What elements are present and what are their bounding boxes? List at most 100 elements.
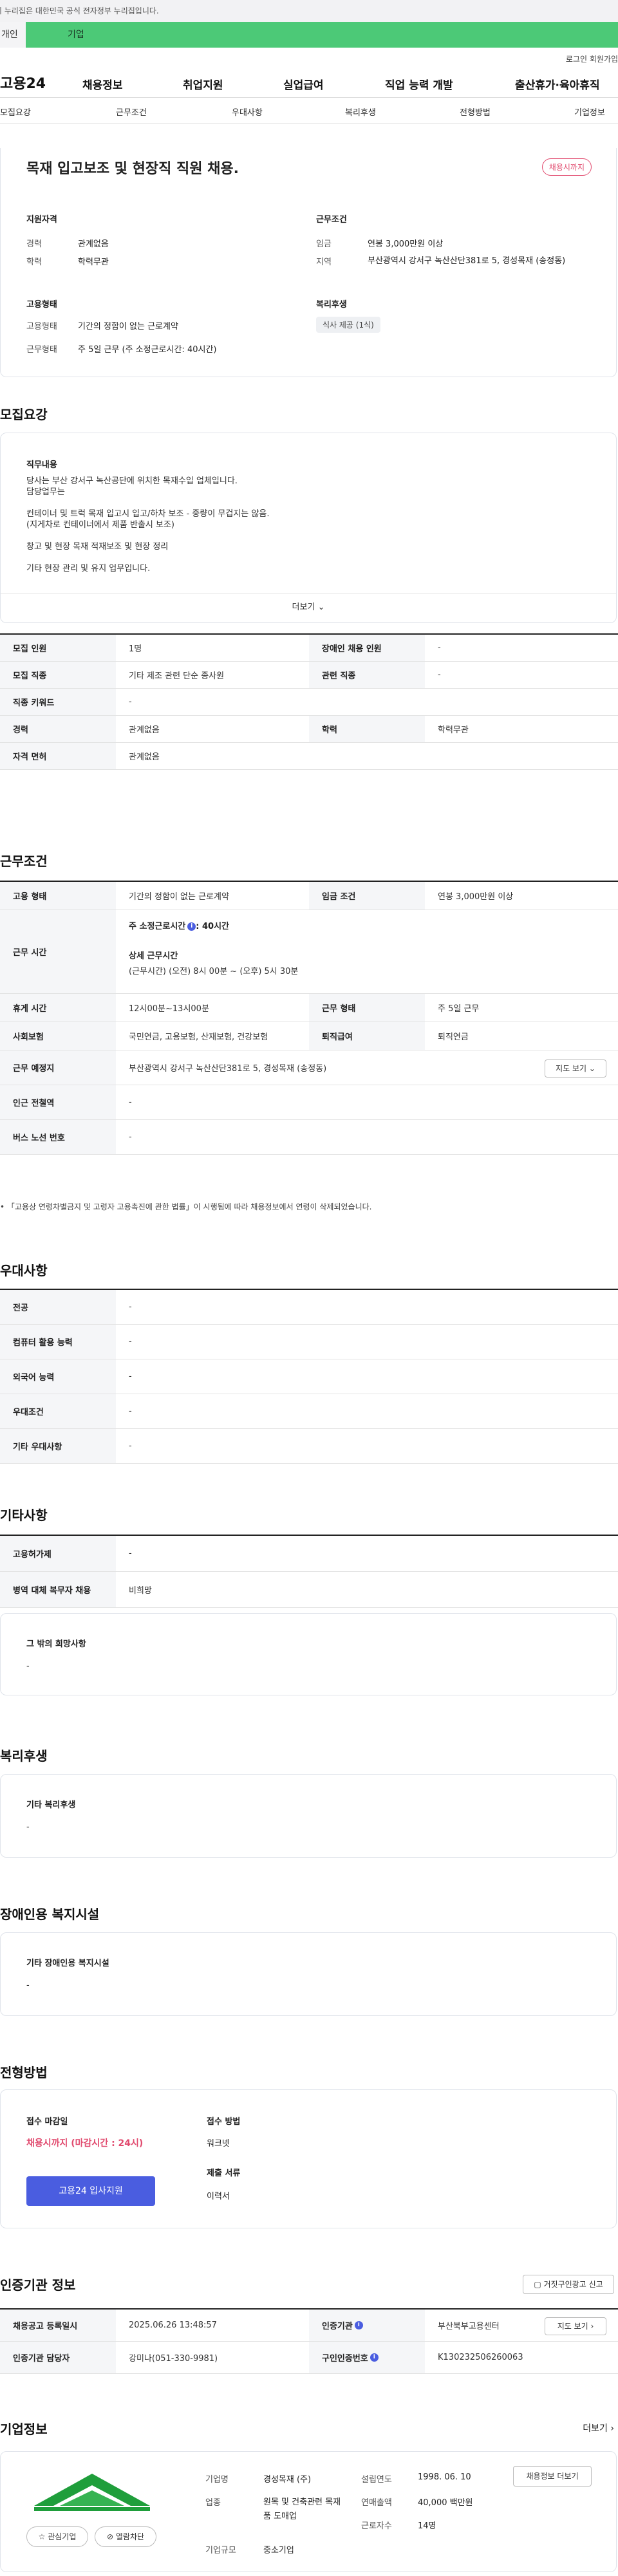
- table-row: 근무 시간 주 소정근로시간 i: 40시간 상세 근무시간 (근무시간) (오전…: [0, 910, 618, 994]
- cell-header: 고용허가제: [0, 1536, 116, 1571]
- chevron-right-icon: ›: [610, 2423, 614, 2434]
- apply-button[interactable]: 고용24 입사지원: [26, 2176, 155, 2206]
- cell-header: 임금 조건: [309, 882, 425, 910]
- site-logo[interactable]: 고용24: [0, 72, 46, 93]
- join-link[interactable]: 회원가입: [590, 53, 618, 64]
- snb-benefit[interactable]: 복리후생: [345, 106, 376, 118]
- cell-header: 고용 형태: [0, 882, 116, 910]
- nav-parental-leave[interactable]: 출산휴가·육아휴직: [515, 76, 600, 92]
- nav-training[interactable]: 직업 능력 개발: [385, 76, 453, 92]
- welfare-heading: 복리후생: [316, 300, 347, 310]
- table-row: 병역 대체 복무자 채용 비희망: [0, 1572, 618, 1608]
- benefit-heading: 복리후생: [0, 1748, 48, 1764]
- cell-header: 전공: [0, 1290, 116, 1324]
- cond-wage-label: 임금: [316, 239, 332, 249]
- table-row: 컴퓨터 활용 능력 -: [0, 1325, 618, 1359]
- global-nav: 고용24 채용정보 취업지원 실업급여 직업 능력 개발 출산휴가·육아휴직: [0, 66, 618, 98]
- company-employees-label: 근로자수: [361, 2521, 392, 2531]
- favorite-button[interactable]: ☆ 관심기업: [26, 2526, 88, 2547]
- snb-company[interactable]: 기업정보: [574, 106, 605, 118]
- cell-header: 학력: [309, 716, 425, 742]
- company-size-label: 기업규모: [205, 2546, 236, 2555]
- cell-value: 기타 제조 관련 단순 종사원: [129, 671, 225, 681]
- nav-jobs[interactable]: 채용정보: [82, 76, 123, 92]
- cell-header: 인근 전철역: [0, 1085, 116, 1119]
- company-box: ☆ 관심기업 ⊘ 열람차단 기업명 경성목재 (주) 업종 원목 및 건축관련 …: [0, 2451, 617, 2572]
- snb-preference[interactable]: 우대사항: [232, 106, 263, 118]
- company-name-label: 기업명: [205, 2475, 229, 2485]
- cell-header: 사회보험: [0, 1022, 116, 1050]
- job-content-text: 당사는 부산 강서구 녹산공단에 위치한 목재수입 업체입니다. 담당업무는 컨테…: [26, 476, 269, 574]
- pref-heading: 우대사항: [0, 1263, 48, 1278]
- cert-map-button[interactable]: 지도 보기 ›: [545, 2317, 606, 2335]
- qual-heading: 지원자격: [26, 215, 57, 225]
- company-jobs-button[interactable]: 채용정보 더보기: [513, 2466, 592, 2487]
- work-table: 고용 형태 기간의 정함이 없는 근로계약 임금 조건 연봉 3,000만원 이…: [0, 881, 618, 1155]
- cell-value: 부산북부고용센터: [438, 2322, 500, 2331]
- cell-value: 강미나(051-330-9981): [129, 2354, 218, 2364]
- table-row: 사회보험 국민연금, 고용보험, 산재보험, 건강보험 퇴직급여 퇴직연금: [0, 1022, 618, 1050]
- info-icon[interactable]: i: [354, 2321, 363, 2329]
- nav-unemployment-benefit[interactable]: 실업급여: [283, 76, 324, 92]
- emp-form-label: 근무형태: [26, 345, 57, 355]
- snb-recruit[interactable]: 모집요강: [0, 106, 31, 118]
- cell-value: 퇴직연금: [438, 1032, 469, 1042]
- cell-value: -: [438, 643, 441, 653]
- cell-value: 관계없음: [129, 725, 160, 735]
- table-row: 인근 전철역 -: [0, 1085, 618, 1120]
- block-icon: ⊘: [106, 2532, 114, 2541]
- cell-header: 모집 인원: [0, 635, 116, 661]
- company-name-value: 경성목재 (주): [263, 2475, 312, 2485]
- login-link[interactable]: 로그인: [566, 53, 587, 64]
- table-row: 휴게 시간 12시00분~13시00분 근무 형태 주 5일 근무: [0, 994, 618, 1022]
- more-button[interactable]: 더보기 ⌄: [1, 593, 616, 622]
- table-row: 고용 형태 기간의 정함이 없는 근로계약 임금 조건 연봉 3,000만원 이…: [0, 882, 618, 910]
- cond-region-label: 지역: [316, 257, 332, 267]
- table-row: 모집 인원 1명 장애인 채용 인원 -: [0, 635, 618, 662]
- cell-value: 부산광역시 강서구 녹산산단381로 5, 경성목재 (송정동): [129, 1064, 327, 1074]
- recruit-heading: 모집요강: [0, 407, 48, 422]
- report-button[interactable]: ▢ 거짓구인광고 신고: [523, 2275, 614, 2294]
- map-button[interactable]: 지도 보기 ⌄: [545, 1059, 606, 1078]
- table-row: 우대조건 -: [0, 1394, 618, 1429]
- cell-header: 경력: [0, 716, 116, 742]
- cert-heading: 인증기관 정보: [0, 2277, 76, 2293]
- pref-table: 전공 - 컴퓨터 활용 능력 - 외국어 능력 - 우대조건 - 기타 우대사항 -: [0, 1289, 618, 1464]
- block-button[interactable]: ⊘ 열람차단: [95, 2526, 156, 2547]
- info-icon[interactable]: i: [370, 2353, 379, 2362]
- company-more-link[interactable]: 더보기 ›: [583, 2422, 614, 2434]
- company-logo: [34, 2471, 150, 2514]
- cell-value: 주 5일 근무: [438, 1004, 480, 1014]
- tab-business[interactable]: 기업: [26, 22, 618, 48]
- cell-value: 기간의 정함이 없는 근로계약: [129, 892, 229, 902]
- company-founded-label: 설립연도: [361, 2475, 392, 2485]
- weekly-hours: 주 소정근로시간 i: 40시간: [129, 922, 229, 931]
- benefit-value: -: [26, 1822, 30, 1832]
- process-heading: 전형방법: [0, 2065, 48, 2080]
- chevron-down-icon: ⌄: [588, 1064, 595, 1073]
- tab-personal[interactable]: 개인: [0, 22, 26, 48]
- snb-work[interactable]: 근무조건: [116, 106, 147, 118]
- cell-value: 1명: [129, 644, 142, 654]
- company-founded-value: 1998. 06. 10: [418, 2472, 471, 2482]
- nav-employment-support[interactable]: 취업지원: [183, 76, 223, 92]
- cell-value: -: [129, 1132, 132, 1142]
- disabled-heading: 장애인용 복지시설: [0, 1907, 100, 1922]
- method-value: 워크넷: [207, 2139, 230, 2149]
- info-icon[interactable]: i: [187, 922, 196, 931]
- cell-value: -: [129, 1302, 132, 1312]
- cell-header: 외국어 능력: [0, 1359, 116, 1394]
- etc-hope-box: 그 밖의 희망사항 -: [0, 1613, 617, 1695]
- etc-hope-value: -: [26, 1661, 30, 1671]
- cell-header: 인증기관 i: [309, 2310, 425, 2341]
- table-row: 모집 직종 기타 제조 관련 단순 종사원 관련 직종 -: [0, 662, 618, 689]
- snb-process[interactable]: 전형방법: [460, 106, 491, 118]
- job-content-line: [26, 552, 269, 563]
- cell-header: 인증기관 담당자: [0, 2342, 116, 2373]
- process-box: 접수 마감일 채용시까지 (마감시간 : 24시) 고용24 입사지원 접수 방…: [0, 2089, 617, 2228]
- job-content-line: 컨테이너 및 트럭 목재 입고시 입고/하차 보조 - 중량이 무겁지는 않음.: [26, 509, 270, 519]
- detail-hours-label: 상세 근무시간: [129, 951, 178, 961]
- cert-table: 채용공고 등록일시 2025.06.26 13:48:57 인증기관 i 부산북부…: [0, 2308, 618, 2374]
- summary-card: 목재 입고보조 및 현장직 직원 채용. 채용시까지 지원자격 경력 관계없음 …: [0, 148, 617, 377]
- etc-heading: 기타사항: [0, 1507, 48, 1523]
